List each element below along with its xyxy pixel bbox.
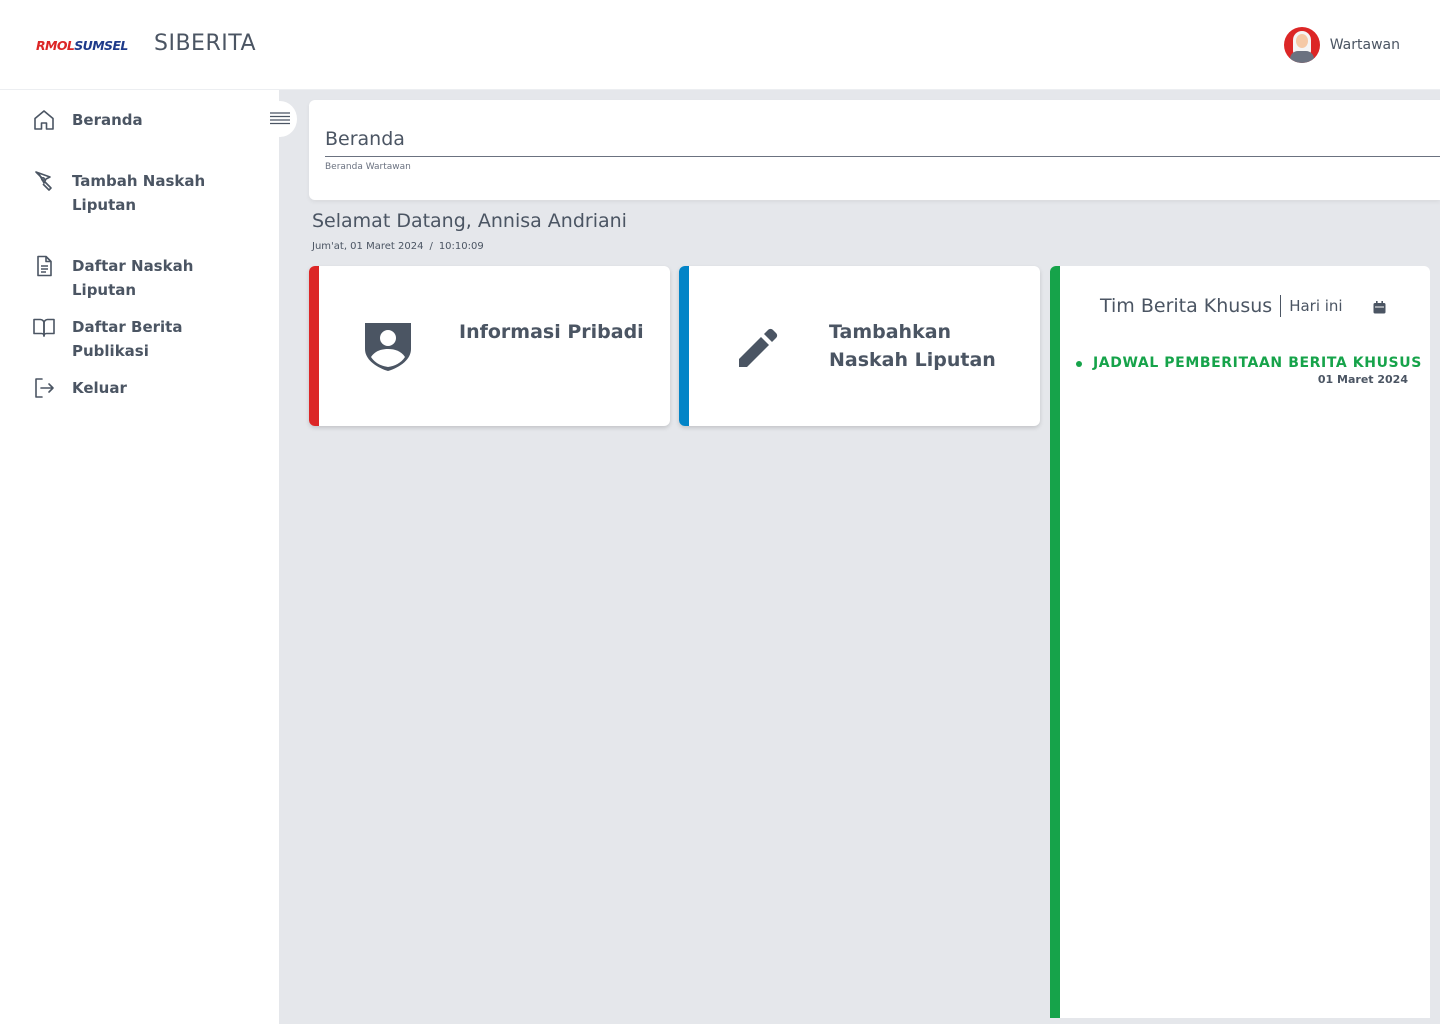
card-accent [679,266,689,426]
event-date: 01 Maret 2024 [1317,373,1408,386]
sidebar-item-daftar-naskah[interactable]: Daftar Naskah Liputan [32,254,262,302]
logout-icon [35,378,54,398]
date-time: Jum'at, 01 Maret 2024 / 10:10:09 [312,241,484,252]
sidebar-item-keluar[interactable]: Keluar [32,376,262,400]
schedule-event[interactable]: JADWAL PEMBERITAAN BERITA KHUSUS 01 Mare… [1076,355,1421,386]
sidebar-item-label: Keluar [72,379,127,397]
pen-tool-icon [35,171,52,191]
breadcrumb[interactable]: Beranda Wartawan [325,162,411,172]
app-title: SIBERITA [154,31,257,56]
sidebar-item-beranda[interactable]: Beranda [32,108,262,132]
date-time-separator: / [429,241,433,252]
sidebar: Beranda Tambah Naskah Liputan Daftar Nas… [0,90,279,1024]
document-icon [37,255,52,277]
card-title: Tambahkan Naskah Liputan [829,321,996,371]
divider [325,156,1440,157]
rmolsumsel-logo[interactable]: RMOL SUMSEL [36,38,128,53]
sidebar-item-label: Tambah Naskah Liputan [72,172,206,214]
current-date: Jum'at, 01 Maret 2024 [312,241,424,252]
tambahkan-naskah-card[interactable]: Tambahkan Naskah Liputan [679,266,1040,426]
current-time: 10:10:09 [438,241,484,252]
sidebar-item-label: Daftar Berita Publikasi [72,318,183,360]
panel-accent [1050,266,1060,1018]
sidebar-toggle-button[interactable] [263,101,297,137]
avatar[interactable] [1283,27,1320,63]
divider [1280,295,1282,317]
page-header-card: Beranda Beranda Wartawan [309,100,1440,200]
card-title: Informasi Pribadi [459,321,644,343]
book-icon [33,318,55,337]
menu-icon [270,112,290,125]
panel-subtitle: Hari ini [1289,297,1343,315]
top-header: RMOL SUMSEL SIBERITA Wartawan [0,0,1440,90]
tim-berita-khusus-panel: Tim Berita Khusus Hari ini JADWAL PEMBER… [1050,266,1430,1018]
page-title: Beranda [325,128,405,150]
pencil-icon [739,328,778,367]
user-menu[interactable]: Wartawan [1283,27,1400,63]
sidebar-item-label: Beranda [72,111,143,129]
user-role-label: Wartawan [1329,37,1400,53]
sidebar-item-tambah-naskah[interactable]: Tambah Naskah Liputan [32,169,262,217]
welcome-text: Selamat Datang, Annisa Andriani [312,210,627,232]
informasi-pribadi-card[interactable]: Informasi Pribadi [309,266,670,426]
event-title: JADWAL PEMBERITAAN BERITA KHUSUS [1076,355,1421,371]
card-accent [309,266,319,426]
sidebar-item-label: Daftar Naskah Liputan [72,257,194,299]
home-icon [34,110,54,130]
calendar-icon[interactable] [1372,300,1387,315]
panel-title: Tim Berita Khusus [1100,295,1273,317]
user-shield-icon [365,323,411,371]
sidebar-item-daftar-berita[interactable]: Daftar Berita Publikasi [32,315,262,363]
panel-header: Tim Berita Khusus Hari ini [1100,295,1343,317]
